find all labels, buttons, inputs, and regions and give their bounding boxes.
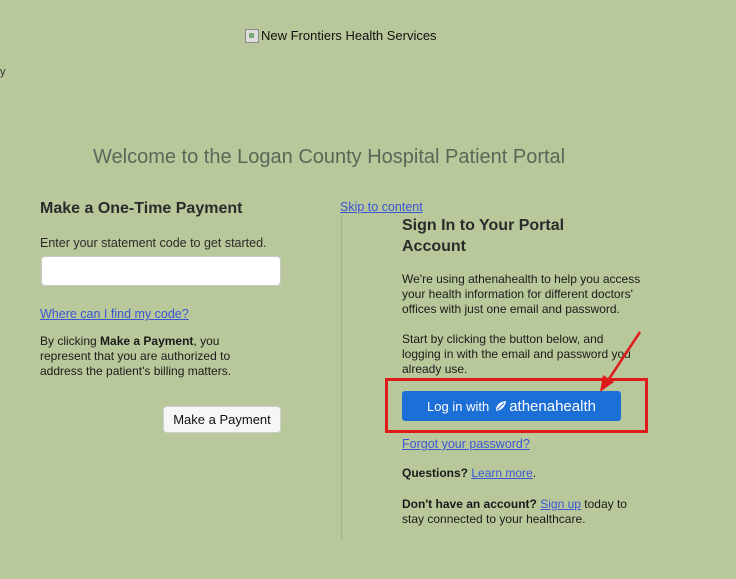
column-divider <box>341 214 342 540</box>
payment-note: By clicking Make a Payment, you represen… <box>40 334 270 379</box>
signup-link[interactable]: Sign up <box>540 497 581 511</box>
red-arrow-icon <box>600 331 642 392</box>
payment-note-bold: Make a Payment <box>100 334 194 348</box>
broken-image-icon <box>245 28 259 43</box>
login-button-label: Log in with <box>427 398 490 414</box>
no-account-row: Don't have an account? Sign up today to … <box>402 497 642 527</box>
signin-description: We're using athenahealth to help you acc… <box>402 272 641 316</box>
forgot-password-link[interactable]: Forgot your password? <box>402 437 530 451</box>
page-title: Welcome to the Logan County Hospital Pat… <box>93 146 566 168</box>
athena-leaf-icon <box>496 401 507 411</box>
questions-end: . <box>532 466 537 480</box>
skip-to-content-link[interactable]: Skip to content <box>340 200 423 214</box>
athenahealth-logo: athenahealth <box>494 398 596 415</box>
learn-more-link[interactable]: Learn more <box>471 466 532 480</box>
athenahealth-brand-text: athenahealth <box>509 397 596 415</box>
logo-alt-text: New Frontiers Health Services <box>261 28 437 43</box>
questions-label: Questions? <box>402 466 469 480</box>
payment-note-prefix: By clicking <box>40 334 101 348</box>
make-payment-button[interactable]: Make a Payment <box>163 406 281 433</box>
statement-code-input[interactable] <box>41 256 281 286</box>
no-account-label: Don't have an account? <box>402 497 537 511</box>
payment-subtitle: Enter your statement code to get started… <box>40 236 267 250</box>
find-code-link[interactable]: Where can I find my code? <box>40 307 189 321</box>
signin-title: Sign In to Your Portal Account <box>402 217 565 255</box>
payment-title: Make a One-Time Payment <box>40 200 243 217</box>
edge-text-fragment: y <box>0 66 6 78</box>
login-athenahealth-button[interactable]: Log in with athenahealth <box>402 391 621 421</box>
logo: New Frontiers Health Services <box>245 28 437 43</box>
questions-row: Questions? Learn more. <box>402 466 536 480</box>
